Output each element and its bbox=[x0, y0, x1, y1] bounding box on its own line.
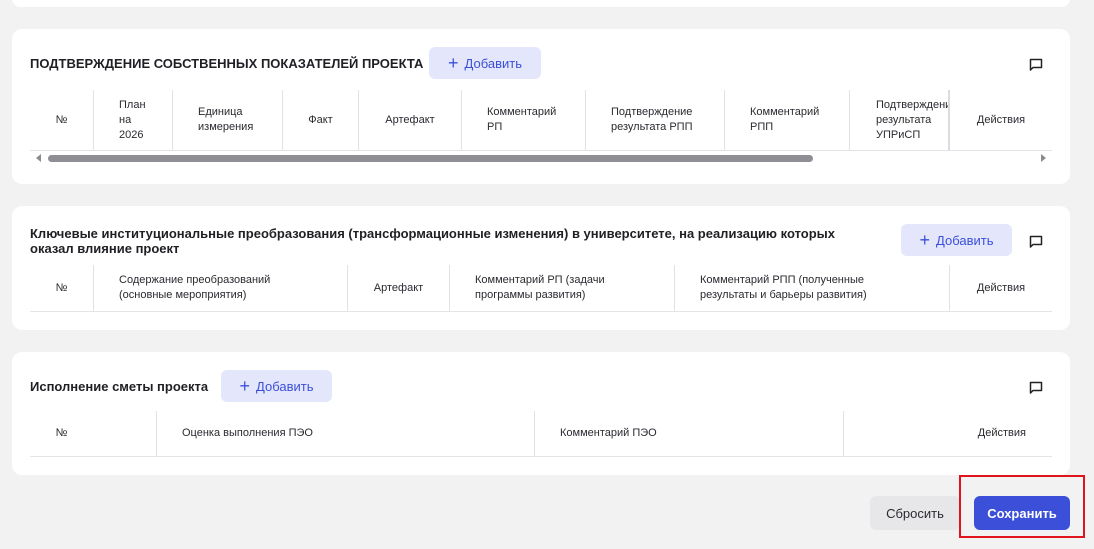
column-header: Подтверждение результата УПРиСП bbox=[849, 90, 948, 150]
column-header: Факт bbox=[282, 90, 358, 150]
add-button-label: Добавить bbox=[464, 55, 522, 71]
transformations-table-header: № Содержание преобразований (основные ме… bbox=[30, 265, 1052, 312]
column-header: Комментарий РП (задачи программы развити… bbox=[449, 265, 674, 311]
column-header: Оценка выполнения ПЭО bbox=[156, 411, 534, 456]
column-header: № bbox=[55, 113, 68, 126]
section-title: ПОДТВЕРЖДЕНИЕ СОБСТВЕННЫХ ПОКАЗАТЕЛЕЙ ПР… bbox=[30, 56, 424, 71]
column-header: Подтверждение результата РПП bbox=[585, 90, 724, 150]
column-header: Комментарий РПП (полученные результаты и… bbox=[674, 265, 949, 311]
add-button-label: Добавить bbox=[256, 378, 314, 394]
column-header: Единица измерения bbox=[172, 90, 282, 150]
column-header: Действия bbox=[843, 411, 1052, 456]
add-button-label: Добавить bbox=[936, 232, 994, 248]
section-title: Исполнение сметы проекта bbox=[30, 379, 209, 394]
save-button[interactable]: Сохранить bbox=[974, 496, 1070, 530]
column-header: Комментарий ПЭО bbox=[534, 411, 843, 456]
comment-icon[interactable] bbox=[1029, 235, 1043, 248]
indicators-table-header: № План на 2026 Единица измерения Факт Ар… bbox=[30, 90, 1052, 151]
scrollbar-thumb[interactable] bbox=[48, 155, 813, 162]
comment-icon[interactable] bbox=[1029, 58, 1043, 71]
plus-icon: + bbox=[448, 53, 459, 73]
reset-button[interactable]: Сбросить bbox=[870, 496, 960, 530]
plus-icon: + bbox=[919, 230, 931, 250]
scroll-left-icon[interactable] bbox=[36, 154, 41, 162]
scroll-right-icon[interactable] bbox=[1041, 154, 1046, 162]
column-header: Артефакт bbox=[358, 90, 461, 150]
column-header: № bbox=[55, 281, 68, 294]
horizontal-scrollbar[interactable] bbox=[30, 151, 1052, 164]
column-header: Комментарий РПП bbox=[724, 90, 849, 150]
previous-section-card bbox=[12, 0, 1070, 7]
column-header: План на 2026 bbox=[93, 90, 172, 150]
column-header: Действия bbox=[949, 265, 1052, 311]
institutional-transformations-section: Ключевые институциональные преобразовани… bbox=[12, 206, 1070, 330]
column-header: Действия bbox=[948, 90, 1052, 150]
column-header: № bbox=[55, 427, 68, 439]
comment-icon[interactable] bbox=[1029, 381, 1043, 394]
section-title: Ключевые институциональные преобразовани… bbox=[30, 226, 836, 256]
own-indicators-section: ПОДТВЕРЖДЕНИЕ СОБСТВЕННЫХ ПОКАЗАТЕЛЕЙ ПР… bbox=[12, 29, 1070, 184]
column-header: Комментарий РП bbox=[461, 90, 585, 150]
column-header: Артефакт bbox=[347, 265, 449, 311]
estimate-execution-section: Исполнение сметы проекта + Добавить № Оц… bbox=[12, 352, 1070, 475]
plus-icon: + bbox=[239, 376, 251, 396]
add-transformation-button[interactable]: + Добавить bbox=[901, 224, 1012, 256]
add-indicator-button[interactable]: + Добавить bbox=[429, 47, 541, 79]
column-header: Содержание преобразований (основные меро… bbox=[93, 265, 347, 311]
add-estimate-button[interactable]: + Добавить bbox=[221, 370, 332, 402]
estimate-table-header: № Оценка выполнения ПЭО Комментарий ПЭО … bbox=[30, 411, 1052, 457]
